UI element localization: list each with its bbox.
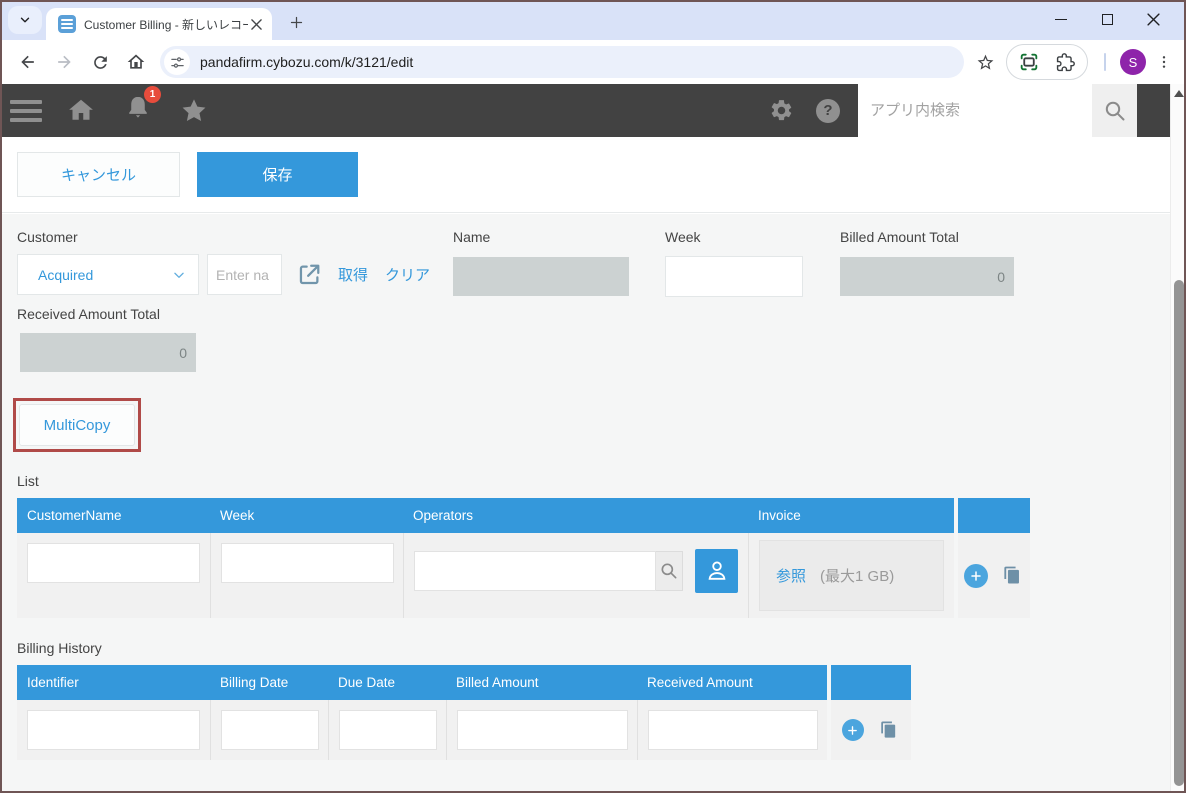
tab-close-icon[interactable] xyxy=(248,16,264,32)
bh-due-date-input[interactable] xyxy=(339,710,437,750)
app-search-input[interactable] xyxy=(858,84,1092,137)
add-row-icon[interactable] xyxy=(842,719,864,741)
customer-status-dropdown[interactable]: Acquired xyxy=(17,254,199,295)
save-button[interactable]: 保存 xyxy=(197,152,358,197)
record-form: Customer Acquired 取得 クリア Name Week Bille… xyxy=(0,214,1170,793)
browser-tab[interactable]: Customer Billing - 新しいレコード xyxy=(46,8,272,40)
chevron-down-icon xyxy=(172,268,186,282)
bookmark-star-icon[interactable] xyxy=(972,49,998,75)
minimize-button[interactable] xyxy=(1038,4,1084,34)
list-row-actions xyxy=(958,498,1030,618)
copy-row-icon[interactable] xyxy=(877,718,901,742)
toolbar-extensions-pill xyxy=(1006,44,1088,80)
billed-amount-total-field: 0 xyxy=(840,257,1014,296)
invoice-attachment-zone: 参照 (最大1 GB) xyxy=(759,540,944,611)
received-amount-total-field: 0 xyxy=(20,333,196,372)
url-text: pandafirm.cybozu.com/k/3121/edit xyxy=(200,54,954,70)
multicopy-highlight-annotation: MultiCopy xyxy=(13,398,141,452)
back-icon[interactable] xyxy=(14,48,42,76)
screenshot-capture-icon[interactable] xyxy=(1017,50,1041,74)
address-bar[interactable]: pandafirm.cybozu.com/k/3121/edit xyxy=(160,46,964,78)
name-label: Name xyxy=(453,229,629,245)
reload-icon[interactable] xyxy=(86,48,114,76)
list-table-header: CustomerName Week Operators Invoice xyxy=(17,498,954,533)
list-operators-input[interactable] xyxy=(414,551,656,591)
home-icon[interactable] xyxy=(122,48,150,76)
bh-billed-amount-input[interactable] xyxy=(457,710,628,750)
received-amount-total-label: Received Amount Total xyxy=(17,306,160,322)
week-input[interactable] xyxy=(665,256,803,297)
app-search-box xyxy=(858,84,1137,137)
column-header: Invoice xyxy=(748,498,954,533)
list-customername-input[interactable] xyxy=(27,543,200,583)
customer-label: Customer xyxy=(17,229,78,245)
browser-toolbar: pandafirm.cybozu.com/k/3121/edit S xyxy=(0,40,1186,84)
column-header: Received Amount xyxy=(637,665,827,700)
lookup-fetch-link[interactable]: 取得 xyxy=(338,264,368,285)
week-label: Week xyxy=(665,229,803,245)
help-icon[interactable]: ? xyxy=(816,99,840,123)
profile-avatar[interactable]: S xyxy=(1120,49,1146,75)
browser-menu-kebab-icon[interactable] xyxy=(1152,50,1176,74)
bh-received-amount-input[interactable] xyxy=(648,710,818,750)
column-header: Identifier xyxy=(17,665,210,700)
window-controls xyxy=(1038,4,1176,34)
list-week-input[interactable] xyxy=(221,543,394,583)
lookup-clear-link[interactable]: クリア xyxy=(385,264,430,285)
list-section-title: List xyxy=(17,473,39,489)
portal-home-icon[interactable] xyxy=(66,96,96,126)
column-header: Billed Amount xyxy=(446,665,637,700)
scrollbar-thumb[interactable] xyxy=(1174,280,1184,786)
column-header: Due Date xyxy=(328,665,446,700)
cancel-button[interactable]: キャンセル xyxy=(17,152,180,197)
chevron-down-icon xyxy=(18,13,32,27)
bh-billing-date-input[interactable] xyxy=(221,710,319,750)
toolbar-separator xyxy=(1104,53,1106,71)
site-settings-icon[interactable] xyxy=(164,49,190,75)
open-in-new-window-icon[interactable] xyxy=(296,261,323,288)
notifications-bell-icon[interactable]: 1 xyxy=(124,94,152,127)
browser-tab-strip: Customer Billing - 新しいレコード xyxy=(0,0,1186,40)
customer-status-value: Acquired xyxy=(38,267,172,283)
user-search-icon[interactable] xyxy=(656,551,683,591)
column-header: Billing Date xyxy=(210,665,328,700)
user-picker-icon[interactable] xyxy=(695,549,738,593)
billing-history-row-actions xyxy=(831,665,911,760)
app-header: 1 ? xyxy=(0,84,1170,137)
record-action-bar: キャンセル 保存 xyxy=(0,137,1170,213)
list-table: CustomerName Week Operators Invoice xyxy=(17,498,1030,618)
name-readonly-field xyxy=(453,257,629,296)
maximize-button[interactable] xyxy=(1084,4,1130,34)
notification-badge: 1 xyxy=(144,86,161,103)
invoice-size-limit: (最大1 GB) xyxy=(820,565,894,586)
scroll-up-arrow-icon[interactable] xyxy=(1174,90,1184,97)
invoice-browse-link[interactable]: 参照 xyxy=(776,565,806,586)
favorites-star-icon[interactable] xyxy=(180,97,208,125)
extensions-puzzle-icon[interactable] xyxy=(1053,50,1077,74)
bh-identifier-input[interactable] xyxy=(27,710,200,750)
kintone-app-favicon xyxy=(58,15,76,33)
page-scrollbar[interactable] xyxy=(1170,84,1186,793)
new-tab-button[interactable] xyxy=(284,10,308,34)
multicopy-button[interactable]: MultiCopy xyxy=(19,404,135,446)
column-header: Week xyxy=(210,498,403,533)
billing-history-section-title: Billing History xyxy=(17,640,102,656)
gear-icon[interactable] xyxy=(769,98,794,123)
billing-history-row xyxy=(17,700,827,760)
hamburger-menu-icon[interactable] xyxy=(10,100,42,122)
list-table-row: 参照 (最大1 GB) xyxy=(17,533,954,618)
search-button[interactable] xyxy=(1092,84,1137,137)
copy-row-icon[interactable] xyxy=(1001,564,1025,588)
customer-name-lookup-input[interactable] xyxy=(207,254,282,295)
add-row-icon[interactable] xyxy=(964,564,988,588)
close-window-button[interactable] xyxy=(1130,4,1176,34)
forward-icon[interactable] xyxy=(50,48,78,76)
billing-history-header: Identifier Billing Date Due Date Billed … xyxy=(17,665,827,700)
tab-title: Customer Billing - 新しいレコード xyxy=(84,16,248,33)
billing-history-table: Identifier Billing Date Due Date Billed … xyxy=(17,665,911,760)
column-header: CustomerName xyxy=(17,498,210,533)
tab-search-button[interactable] xyxy=(8,6,42,34)
billed-amount-total-label: Billed Amount Total xyxy=(840,229,1014,245)
column-header: Operators xyxy=(403,498,748,533)
